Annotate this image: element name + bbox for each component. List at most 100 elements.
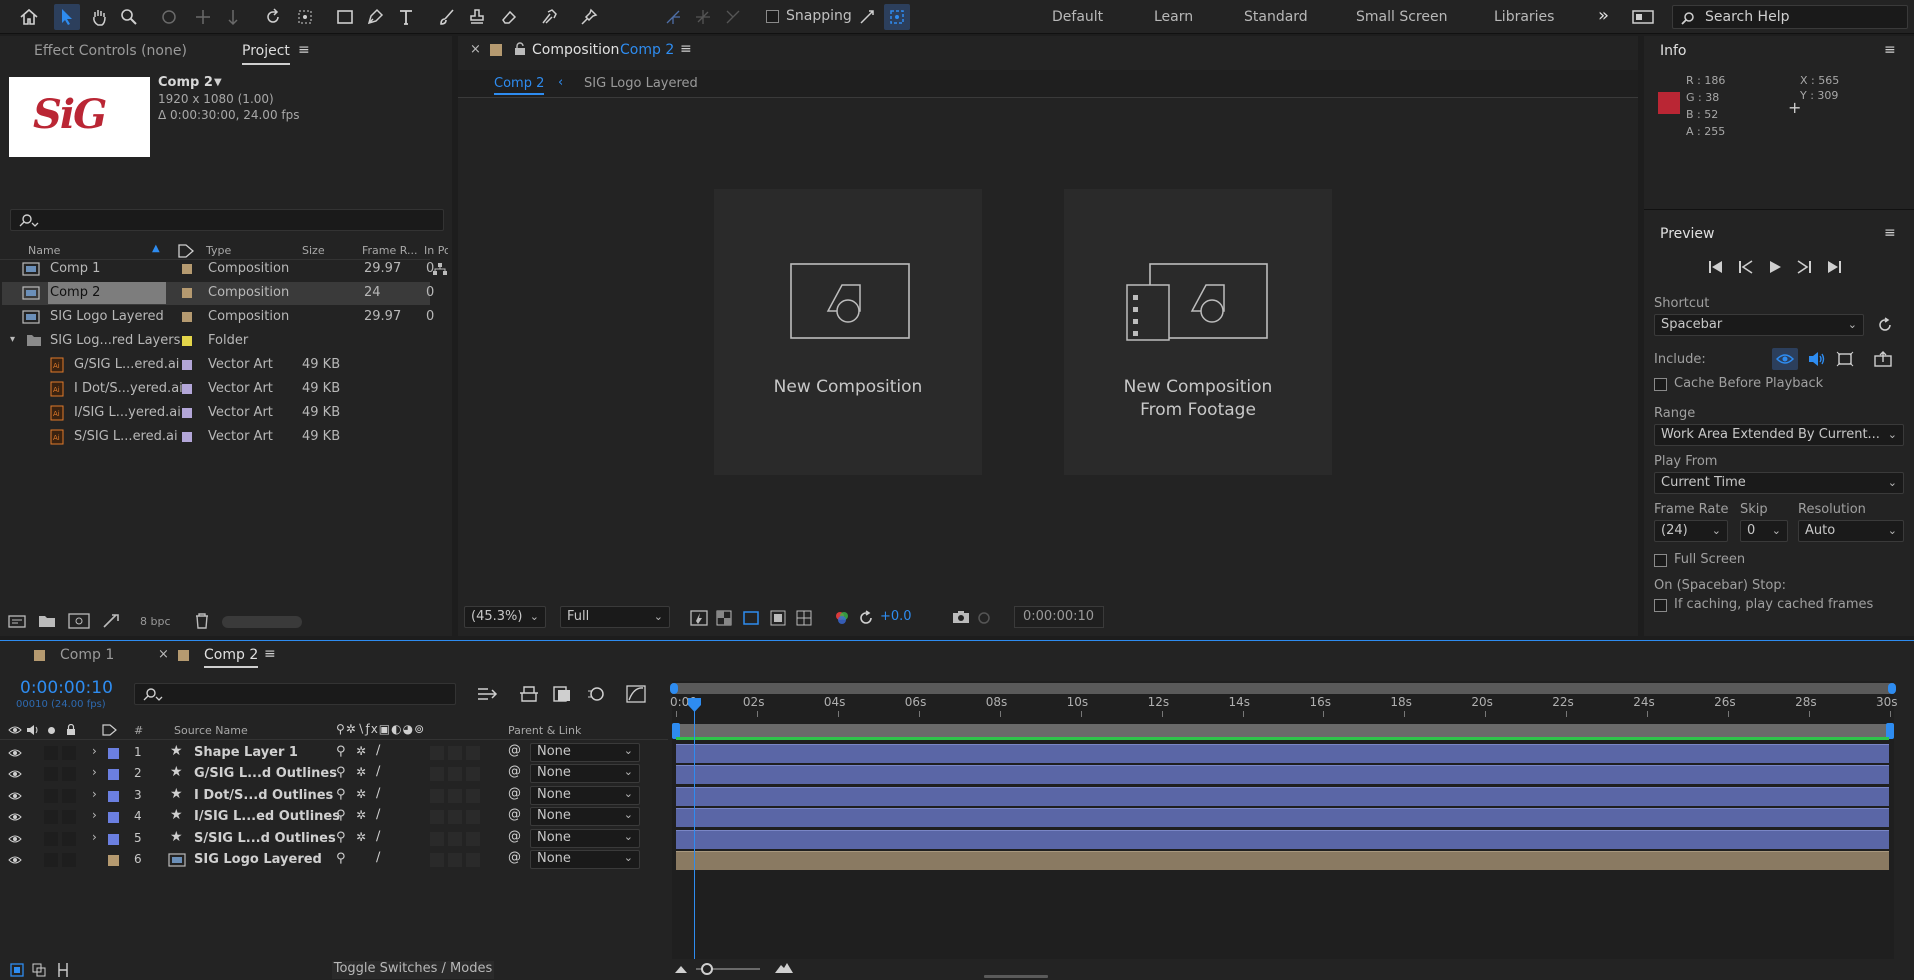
project-item[interactable]: Ai G/SIG L...ered.ai Vector Art 49 KB	[2, 354, 430, 377]
toggle-switches-modes-button[interactable]: Toggle Switches / Modes	[332, 961, 494, 979]
layer-name[interactable]: SIG Logo Layered	[194, 852, 322, 867]
quality-switch-icon[interactable]: ∕	[376, 764, 380, 779]
layer-name[interactable]: S/SIG L...d Outlines	[194, 831, 336, 846]
brush-tool-icon[interactable]	[434, 4, 460, 30]
color-channels-icon[interactable]	[834, 610, 850, 626]
collapse-switch-icon[interactable]: ✲	[356, 765, 366, 779]
layer-solo-box[interactable]	[44, 831, 58, 846]
quality-switch-icon[interactable]: ∕	[376, 850, 380, 865]
workspace-switch-icon[interactable]	[1630, 4, 1656, 30]
parent-dropdown[interactable]: None ⌄	[530, 764, 640, 784]
project-item[interactable]: Ai I/SIG L...yered.ai Vector Art 49 KB	[2, 402, 430, 425]
layer-row[interactable]: › 5 ★ S/SIG L...d Outlines ⚲ ✲ ∕ @ None ⌄	[0, 828, 668, 850]
pick-whip-icon[interactable]: @	[508, 850, 521, 865]
label-color-swatch[interactable]	[182, 360, 192, 370]
column-parent-link[interactable]: Parent & Link	[508, 724, 581, 737]
render-queue-icon[interactable]	[102, 613, 120, 629]
new-composition-from-footage-card[interactable]: New Composition From Footage	[1064, 189, 1332, 475]
project-item[interactable]: Ai S/SIG L...ered.ai Vector Art 49 KB	[2, 426, 430, 449]
project-menu-icon[interactable]: ≡	[298, 42, 310, 58]
collapse-switch-icon[interactable]: ✲	[356, 787, 366, 801]
layer-expand-icon[interactable]: ›	[92, 787, 97, 801]
work-area-bar[interactable]	[676, 724, 1889, 737]
layer-expand-icon[interactable]: ›	[92, 830, 97, 844]
include-audio-icon[interactable]	[1808, 351, 1826, 367]
layer-visibility-eye-icon[interactable]	[8, 834, 22, 844]
time-navigator-range[interactable]	[672, 683, 1894, 694]
play-icon[interactable]	[1768, 260, 1782, 274]
adjustment-layer-switch[interactable]	[448, 831, 462, 846]
transparency-grid-icon[interactable]	[716, 610, 732, 626]
column-name[interactable]: Name	[28, 244, 60, 257]
label-color-swatch[interactable]	[182, 336, 192, 346]
layer-lock-box[interactable]	[62, 853, 76, 867]
transfer-controls-pane-icon[interactable]	[32, 963, 46, 977]
layer-label-color[interactable]	[108, 855, 119, 866]
layer-visibility-eye-icon[interactable]	[8, 812, 22, 822]
layer-name[interactable]: Shape Layer 1	[194, 745, 298, 760]
flowchart-icon[interactable]	[432, 262, 448, 276]
layer-visibility-eye-icon[interactable]	[8, 769, 22, 779]
pick-whip-icon[interactable]: @	[508, 743, 521, 758]
pen-tool-icon[interactable]	[362, 4, 388, 30]
zoom-tool-icon[interactable]	[116, 4, 142, 30]
layer-label-color[interactable]	[108, 833, 119, 845]
sort-ascending-icon[interactable]: ▲	[152, 243, 160, 254]
shy-switch-icon[interactable]: ⚲	[336, 744, 346, 759]
layer-name[interactable]: I/SIG L...ed Outlines	[194, 809, 340, 824]
frame-rate-dropdown[interactable]: (24) ⌄	[1654, 520, 1728, 542]
layer-duration-bar[interactable]	[676, 786, 1889, 806]
label-column-icon[interactable]	[102, 724, 118, 736]
label-color-swatch[interactable]	[182, 408, 192, 418]
close-tab-icon[interactable]: ×	[158, 647, 169, 662]
zoom-in-mountain-icon[interactable]	[774, 962, 794, 974]
motion-blur-switch[interactable]	[430, 746, 444, 760]
layer-visibility-eye-icon[interactable]	[8, 791, 22, 801]
layer-label-color[interactable]	[108, 748, 119, 759]
home-icon[interactable]	[16, 4, 42, 30]
workspace-standard[interactable]: Standard	[1244, 9, 1308, 25]
layer-duration-bar[interactable]	[676, 808, 1889, 828]
collapse-switch-icon[interactable]: ✲	[356, 744, 366, 758]
snapping-checkbox[interactable]	[766, 10, 779, 23]
layer-expand-icon[interactable]: ›	[92, 808, 97, 822]
previous-frame-icon[interactable]	[1738, 260, 1754, 274]
dolly-tool-icon[interactable]	[220, 4, 246, 30]
collapse-switch-icon[interactable]: ✲	[356, 808, 366, 822]
selection-tool-icon[interactable]	[54, 4, 80, 30]
shy-switch-icon[interactable]: ⚲	[336, 765, 346, 780]
video-column-eye-icon[interactable]	[8, 725, 22, 735]
adjustment-layer-switch[interactable]	[448, 853, 462, 867]
motion-blur-switch[interactable]	[430, 788, 444, 803]
layer-row[interactable]: › 2 ★ G/SIG L...d Outlines ⚲ ✲ ∕ @ None ⌄	[0, 764, 668, 785]
workspace-learn[interactable]: Learn	[1154, 9, 1193, 25]
cached-frames-checkbox[interactable]	[1654, 599, 1667, 612]
first-frame-icon[interactable]	[1708, 260, 1724, 274]
layer-expand-icon[interactable]: ›	[92, 744, 97, 758]
layer-lock-box[interactable]	[62, 767, 76, 782]
frame-blending-icon[interactable]	[552, 685, 572, 703]
label-color-swatch[interactable]	[182, 432, 192, 442]
layer-row[interactable]: › 1 ★ Shape Layer 1 ⚲ ✲ ∕ @ None ⌄	[0, 743, 668, 764]
resolution-preview-dropdown[interactable]: Auto ⌄	[1798, 520, 1904, 542]
include-video-toggle[interactable]	[1772, 348, 1798, 370]
motion-blur-icon[interactable]	[586, 685, 606, 703]
collapse-switch-icon[interactable]: ✲	[356, 830, 366, 844]
time-zoom-slider-thumb[interactable]	[701, 963, 713, 975]
mask-visibility-icon[interactable]	[742, 610, 760, 626]
bit-depth-button[interactable]: 8 bpc	[140, 615, 171, 628]
comp-viewer[interactable]: New Composition New Composition From Foo…	[458, 99, 1638, 599]
new-composition-card[interactable]: New Composition	[714, 189, 982, 475]
parent-dropdown[interactable]: None ⌄	[530, 850, 640, 869]
draft-3d-icon[interactable]	[518, 685, 540, 703]
timeline-menu-icon[interactable]: ≡	[264, 646, 276, 662]
solo-column-icon[interactable]	[48, 727, 55, 734]
layer-label-color[interactable]	[108, 790, 119, 802]
trash-icon[interactable]	[194, 612, 210, 630]
quality-switch-icon[interactable]: ∕	[376, 807, 380, 822]
motion-blur-switch[interactable]	[430, 853, 444, 867]
next-frame-icon[interactable]	[1796, 260, 1812, 274]
layer-solo-box[interactable]	[44, 810, 58, 825]
layer-solo-box[interactable]	[44, 746, 58, 760]
search-help-field[interactable]: Search Help	[1672, 5, 1908, 29]
